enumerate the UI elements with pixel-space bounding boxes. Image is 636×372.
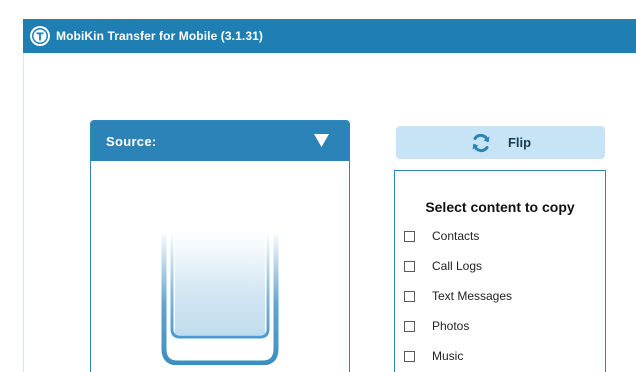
source-panel: Source: <box>90 120 350 372</box>
top-strip <box>0 0 636 19</box>
source-dropdown[interactable]: Source: <box>91 121 349 161</box>
content-item-call-logs[interactable]: Call Logs <box>404 258 482 274</box>
checkbox[interactable] <box>404 260 415 272</box>
content-item-text-messages[interactable]: Text Messages <box>404 288 512 304</box>
checkbox[interactable] <box>404 350 415 362</box>
content-title: Select content to copy <box>425 199 575 215</box>
content-selection-panel: Select content to copy Contacts Call Log… <box>394 170 606 372</box>
content-item-label: Music <box>432 349 464 363</box>
phone-icon <box>161 231 279 365</box>
content-item-contacts[interactable]: Contacts <box>404 228 479 244</box>
content-item-photos[interactable]: Photos <box>404 318 469 334</box>
title-bar[interactable]: MobiKin Transfer for Mobile (3.1.31) <box>23 19 636 53</box>
checkbox[interactable] <box>404 230 415 242</box>
flip-label: Flip <box>507 135 532 150</box>
content-item-label: Call Logs <box>432 259 483 273</box>
triangle-down-icon[interactable] <box>314 134 329 147</box>
source-label: Source: <box>106 133 157 149</box>
app-title: MobiKin Transfer for Mobile (3.1.31) <box>56 29 263 43</box>
content-item-label: Contacts <box>432 229 480 243</box>
content-item-label: Photos <box>432 319 470 333</box>
flip-button[interactable]: Flip <box>396 126 605 159</box>
content-item-label: Text Messages <box>432 289 513 303</box>
refresh-arrows-icon <box>472 133 490 152</box>
window-left-border <box>23 53 24 372</box>
checkbox[interactable] <box>404 290 415 302</box>
checkbox[interactable] <box>404 320 415 332</box>
mobikin-logo-icon <box>30 26 50 46</box>
content-item-music[interactable]: Music <box>404 348 463 364</box>
